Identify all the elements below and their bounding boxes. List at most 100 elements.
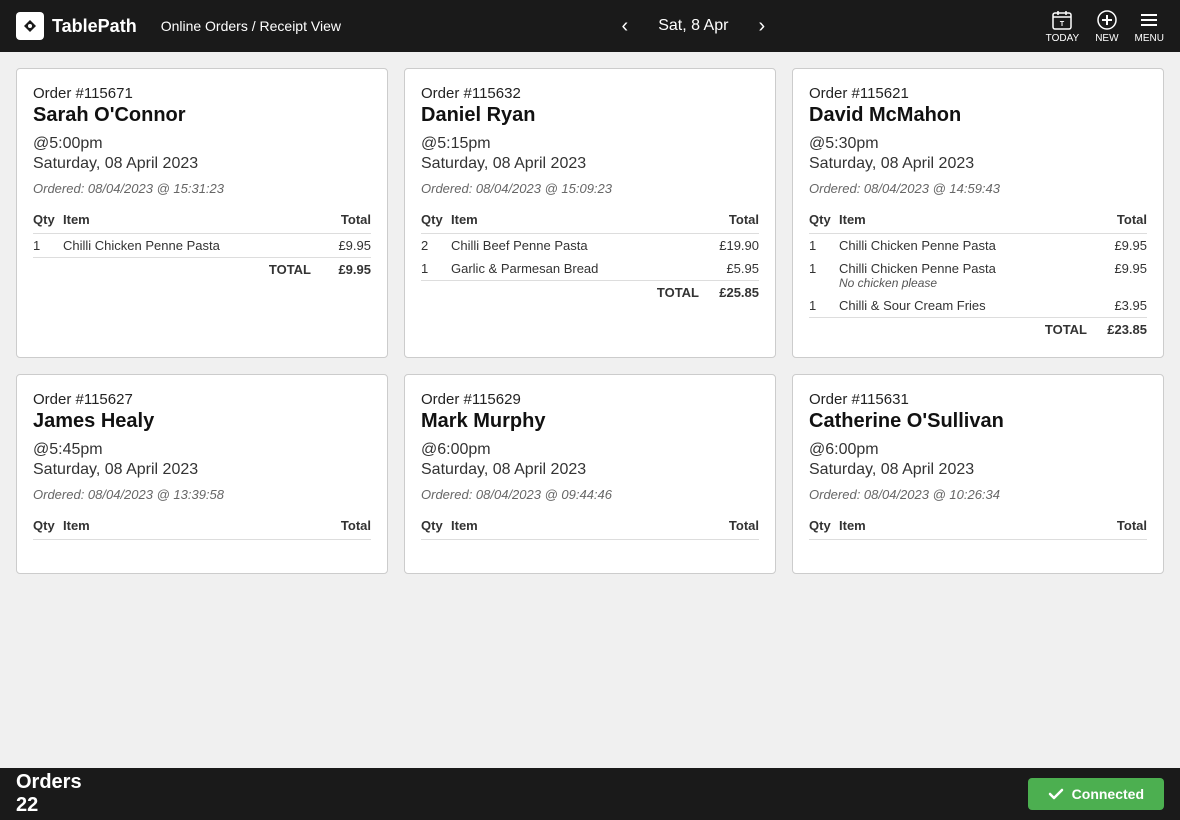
order-number: Order #115632 [421,85,759,102]
logo: TablePath [16,12,137,40]
items-table: Qty Item Total 1 Chilli Chicken Penne Pa… [809,212,1147,341]
table-row: 2 Chilli Beef Penne Pasta £19.90 [421,234,759,258]
items-table: Qty Item Total 2 Chilli Beef Penne Pasta [421,212,759,304]
total-row: TOTAL £23.85 [809,318,1147,342]
total-label: TOTAL [33,258,311,282]
col-header-item: Item [839,518,1087,540]
order-customer-name: David McMahon [809,104,1147,127]
order-customer-name: James Healy [33,410,371,433]
item-total: £5.95 [699,257,759,281]
table-row: 1 Garlic & Parmesan Bread £5.95 [421,257,759,281]
col-header-qty: Qty [33,518,63,540]
header-actions: T TODAY NEW MENU [1046,9,1164,44]
order-date: Saturday, 08 April 2023 [809,155,1147,173]
order-date: Saturday, 08 April 2023 [421,155,759,173]
col-header-total: Total [699,518,759,540]
order-time: @5:30pm [809,135,1147,153]
col-header-qty: Qty [421,212,451,234]
col-header-item: Item [63,212,311,234]
order-number: Order #115627 [33,391,371,408]
order-placed-time: Ordered: 08/04/2023 @ 14:59:43 [809,181,1147,196]
order-time: @5:00pm [33,135,371,153]
today-button[interactable]: T TODAY [1046,9,1080,44]
new-button[interactable]: NEW [1095,9,1118,44]
menu-label: MENU [1135,33,1164,44]
date-navigation: ‹ Sat, 8 Apr › [341,11,1046,42]
order-date: Saturday, 08 April 2023 [33,155,371,173]
col-header-item: Item [839,212,1087,234]
orders-count: 22 [16,794,82,817]
order-customer-name: Daniel Ryan [421,104,759,127]
order-date: Saturday, 08 April 2023 [33,461,371,479]
item-name: Chilli & Sour Cream Fries [839,294,1087,318]
items-table: Qty Item Total [33,518,371,540]
order-date: Saturday, 08 April 2023 [421,461,759,479]
order-card: Order #115621 David McMahon @5:30pm Satu… [792,68,1164,358]
order-number: Order #115621 [809,85,1147,102]
order-card: Order #115629 Mark Murphy @6:00pm Saturd… [404,374,776,574]
item-qty: 1 [33,234,63,258]
checkmark-icon [1048,786,1064,802]
connected-button[interactable]: Connected [1028,778,1164,810]
footer: Orders 22 Connected [0,768,1180,820]
order-number: Order #115631 [809,391,1147,408]
order-placed-time: Ordered: 08/04/2023 @ 09:44:46 [421,487,759,502]
today-label: TODAY [1046,33,1080,44]
next-date-button[interactable]: › [748,11,775,42]
order-number: Order #115629 [421,391,759,408]
order-placed-time: Ordered: 08/04/2023 @ 15:09:23 [421,181,759,196]
total-value: £25.85 [699,281,759,305]
order-card: Order #115632 Daniel Ryan @5:15pm Saturd… [404,68,776,358]
logo-icon [16,12,44,40]
col-header-qty: Qty [33,212,63,234]
item-total: £19.90 [699,234,759,258]
order-card: Order #115631 Catherine O'Sullivan @6:00… [792,374,1164,574]
menu-button[interactable]: MENU [1135,9,1164,44]
current-date: Sat, 8 Apr [658,17,728,35]
item-total: £3.95 [1087,294,1147,318]
item-total: £9.95 [1087,234,1147,258]
prev-date-button[interactable]: ‹ [612,11,639,42]
breadcrumb-separator: / [252,18,260,34]
col-header-total: Total [311,518,371,540]
breadcrumb: Online Orders / Receipt View [161,18,341,34]
table-row: 1 Chilli & Sour Cream Fries £3.95 [809,294,1147,318]
breadcrumb-part2: Receipt View [260,18,341,34]
total-label: TOTAL [421,281,699,305]
footer-orders-info: Orders 22 [16,771,82,817]
items-table: Qty Item Total [809,518,1147,540]
logo-text: TablePath [52,16,137,37]
item-name: Garlic & Parmesan Bread [451,257,699,281]
total-label: TOTAL [809,318,1087,342]
orders-label: Orders [16,771,82,794]
order-time: @5:15pm [421,135,759,153]
order-customer-name: Sarah O'Connor [33,104,371,127]
svg-text:T: T [1060,21,1065,28]
col-header-item: Item [451,212,699,234]
item-total: £9.95 [311,234,371,258]
order-card: Order #115671 Sarah O'Connor @5:00pm Sat… [16,68,388,358]
item-name: Chilli Chicken Penne Pasta [63,234,311,258]
item-qty: 1 [421,257,451,281]
col-header-item: Item [63,518,311,540]
order-time: @6:00pm [421,441,759,459]
item-note: No chicken please [839,276,1087,290]
col-header-qty: Qty [421,518,451,540]
col-header-qty: Qty [809,212,839,234]
order-placed-time: Ordered: 08/04/2023 @ 10:26:34 [809,487,1147,502]
items-table: Qty Item Total 1 Chilli Chicken Penne Pa… [33,212,371,281]
col-header-total: Total [1087,212,1147,234]
col-header-total: Total [311,212,371,234]
col-header-qty: Qty [809,518,839,540]
item-total: £9.95 [1087,257,1147,294]
total-value: £9.95 [311,258,371,282]
col-header-total: Total [1087,518,1147,540]
item-qty: 1 [809,294,839,318]
item-name: Chilli Chicken Penne Pasta [839,234,1087,258]
order-time: @5:45pm [33,441,371,459]
order-placed-time: Ordered: 08/04/2023 @ 13:39:58 [33,487,371,502]
connected-label: Connected [1072,786,1144,802]
order-date: Saturday, 08 April 2023 [809,461,1147,479]
order-placed-time: Ordered: 08/04/2023 @ 15:31:23 [33,181,371,196]
header: TablePath Online Orders / Receipt View ‹… [0,0,1180,52]
